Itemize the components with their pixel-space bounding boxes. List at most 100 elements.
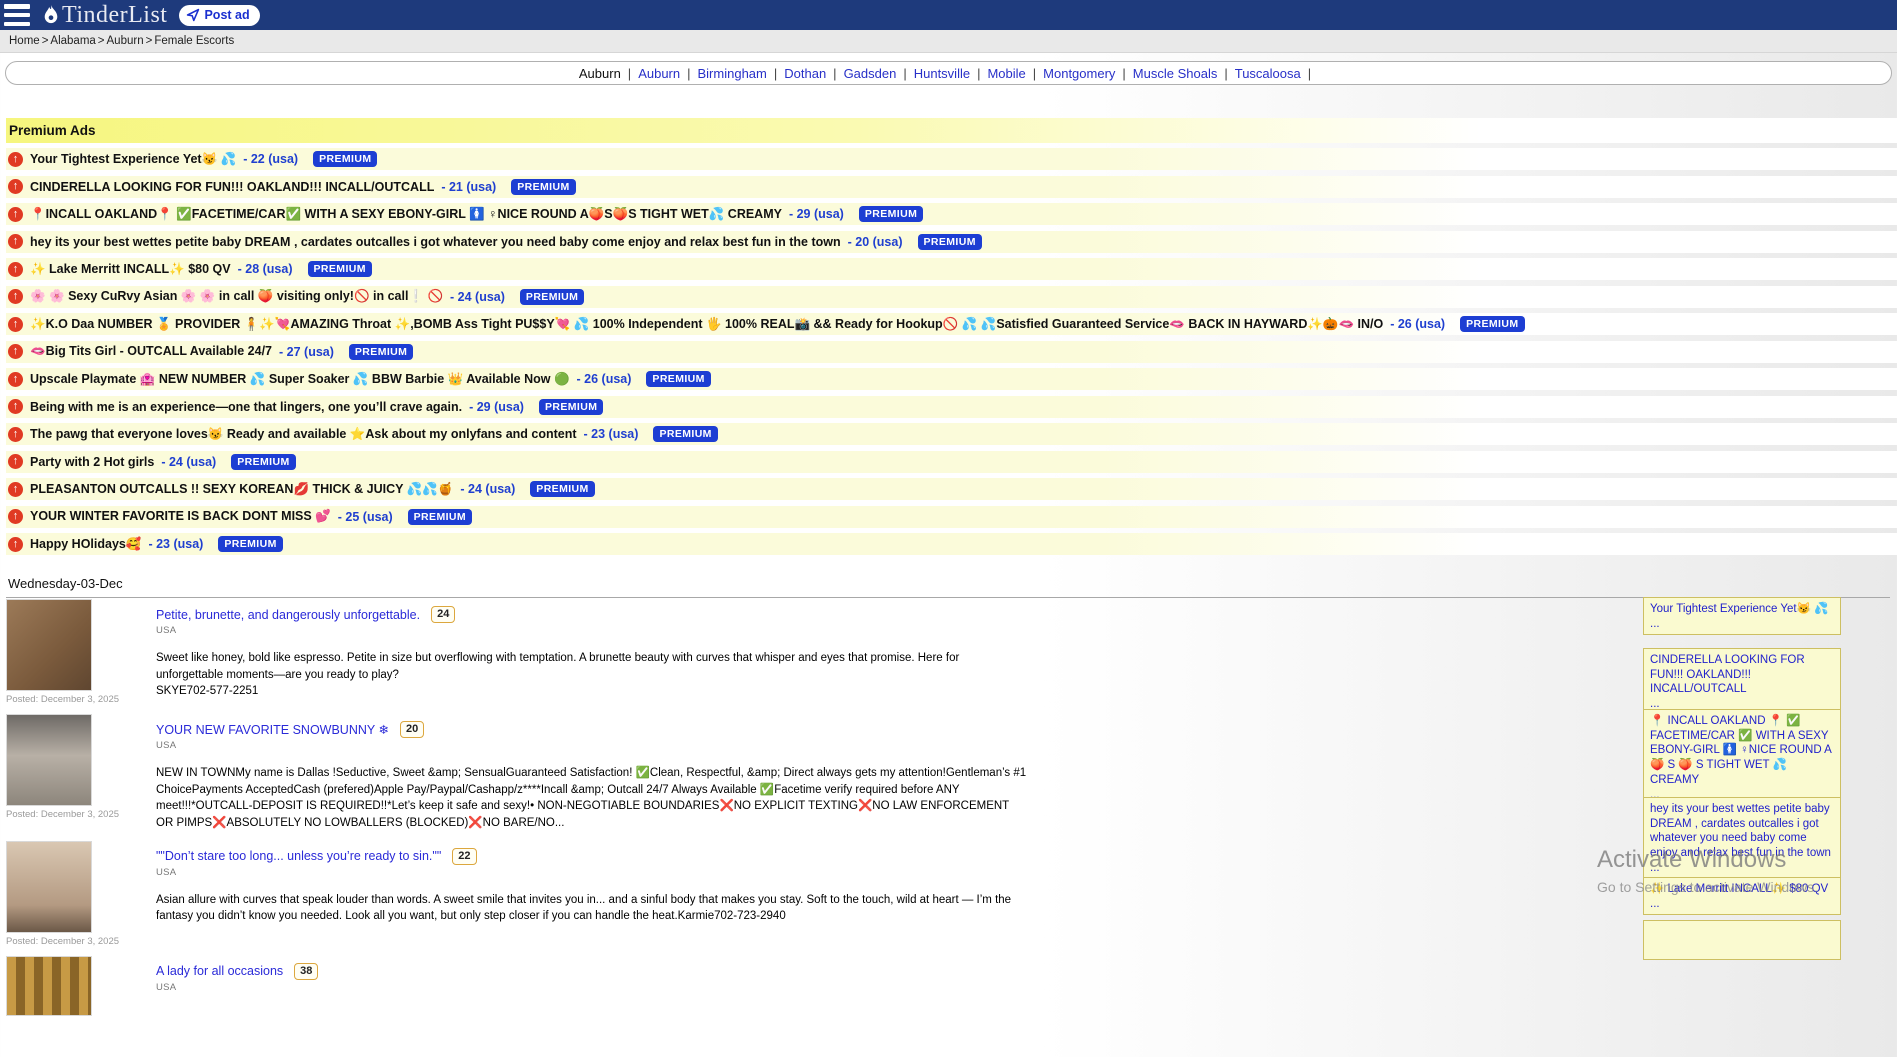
premium-badge: PREMIUM bbox=[511, 179, 575, 195]
listing-posted: Posted: December 3, 2025 bbox=[6, 694, 156, 705]
listing-title-link[interactable]: Petite, brunette, and dangerously unforg… bbox=[156, 608, 420, 622]
premium-ad-row[interactable]: ↑ Being with me is an experience—one tha… bbox=[6, 396, 1897, 418]
premium-ad-title[interactable]: 📍INCALL OAKLAND📍 ✅FACETIME/CAR✅ WITH A S… bbox=[30, 207, 782, 222]
breadcrumb-item: Auburn > bbox=[107, 35, 155, 47]
premium-ad-title[interactable]: CINDERELLA LOOKING FOR FUN!!! OAKLAND!!!… bbox=[30, 180, 434, 194]
breadcrumb-item: Home > bbox=[9, 35, 50, 47]
premium-ad-row[interactable]: ↑ hey its your best wettes petite baby D… bbox=[6, 231, 1897, 253]
premium-ad-row[interactable]: ↑ Party with 2 Hot girls - 24 (usa) PREM… bbox=[6, 451, 1897, 473]
up-arrow-icon: ↑ bbox=[8, 234, 23, 249]
city-link[interactable]: Mobile bbox=[987, 66, 1025, 81]
premium-ad-row[interactable]: ↑ Upscale Playmate 🏩 NEW NUMBER 💦 Super … bbox=[6, 368, 1897, 390]
post-ad-button[interactable]: Post ad bbox=[179, 5, 259, 26]
premium-ad-meta: - 27 (usa) bbox=[279, 345, 334, 359]
premium-ad-row[interactable]: ↑ YOUR WINTER FAVORITE IS BACK DONT MISS… bbox=[6, 506, 1897, 528]
listing-left-column: Posted: December 3, 2025 bbox=[6, 714, 156, 832]
premium-ad-row[interactable]: ↑ The pawg that everyone loves😼 Ready an… bbox=[6, 423, 1897, 445]
premium-badge: PREMIUM bbox=[646, 371, 710, 387]
premium-badge: PREMIUM bbox=[218, 536, 282, 552]
hamburger-menu-icon[interactable] bbox=[4, 4, 30, 26]
city-link[interactable]: Montgomery bbox=[1043, 66, 1115, 81]
premium-badge: PREMIUM bbox=[308, 261, 372, 277]
premium-ad-row[interactable]: ↑ Happy HOlidays🥰 - 23 (usa) PREMIUM bbox=[6, 533, 1897, 555]
premium-ad-title[interactable]: hey its your best wettes petite baby DRE… bbox=[30, 235, 841, 249]
city-link[interactable]: Auburn bbox=[638, 66, 680, 81]
listing-title-link[interactable]: A lady for all occasions bbox=[156, 964, 283, 978]
listing-description: NEW IN TOWNMy name is Dallas !Seductive,… bbox=[156, 765, 1028, 832]
premium-ad-title[interactable]: PLEASANTON OUTCALLS !! SEXY KOREAN💋 THIC… bbox=[30, 482, 453, 497]
up-arrow-icon: ↑ bbox=[8, 427, 23, 442]
city-link[interactable]: Gadsden bbox=[844, 66, 897, 81]
city-item: Huntsville | bbox=[914, 66, 988, 81]
city-item: Auburn | bbox=[638, 66, 697, 81]
listings-list: Posted: December 3, 2025 Petite, brunett… bbox=[6, 599, 996, 1057]
premium-ad-title[interactable]: ✨K.O Daa NUMBER 🏅 PROVIDER 🧍✨💘AMAZING Th… bbox=[30, 317, 1383, 332]
premium-ad-meta: - 26 (usa) bbox=[1390, 317, 1445, 331]
listing-photo[interactable] bbox=[6, 714, 92, 806]
premium-ad-row[interactable]: ↑ PLEASANTON OUTCALLS !! SEXY KOREAN💋 TH… bbox=[6, 478, 1897, 500]
city-item: Dothan | bbox=[784, 66, 843, 81]
city-link[interactable]: Auburn bbox=[579, 66, 621, 81]
breadcrumb-item: Alabama> bbox=[50, 35, 106, 47]
listing-photo[interactable] bbox=[6, 599, 92, 691]
city-link[interactable]: Tuscaloosa bbox=[1235, 66, 1301, 81]
premium-ad-title[interactable]: Being with me is an experience—one that … bbox=[30, 400, 462, 414]
sidebar-ad-link[interactable]: ✨ Lake Merritt INCALL✨ $80 QV bbox=[1650, 883, 1828, 895]
sidebar-ad-box[interactable]: 📍 INCALL OAKLAND 📍 ✅ FACETIME/CAR ✅ WITH… bbox=[1643, 709, 1841, 806]
breadcrumb-link[interactable]: Auburn bbox=[107, 35, 144, 47]
city-link[interactable]: Birmingham bbox=[698, 66, 767, 81]
premium-section: Premium Ads ↑ Your Tightest Experience Y… bbox=[6, 118, 1897, 561]
premium-ad-title[interactable]: Happy HOlidays🥰 bbox=[30, 537, 141, 552]
premium-ad-title[interactable]: Party with 2 Hot girls bbox=[30, 455, 154, 469]
premium-ad-row[interactable]: ↑ ✨K.O Daa NUMBER 🏅 PROVIDER 🧍✨💘AMAZING … bbox=[6, 313, 1897, 335]
sidebar-ad-link[interactable]: hey its your best wettes petite baby DRE… bbox=[1650, 803, 1831, 859]
listing-title-link[interactable]: ""Don’t stare too long... unless you’re … bbox=[156, 849, 441, 863]
listing-country: USA bbox=[156, 982, 996, 993]
sidebar-ad-link[interactable]: 📍 INCALL OAKLAND 📍 ✅ FACETIME/CAR ✅ WITH… bbox=[1650, 715, 1831, 786]
city-link[interactable]: Huntsville bbox=[914, 66, 970, 81]
sidebar-ad-box[interactable]: ✨ Lake Merritt INCALL✨ $80 QV ... bbox=[1643, 877, 1841, 915]
premium-badge: PREMIUM bbox=[408, 509, 472, 525]
brand-logo[interactable]: TinderList bbox=[42, 2, 167, 28]
premium-ad-title[interactable]: ✨ Lake Merritt INCALL✨ $80 QV bbox=[30, 262, 231, 277]
listing-photo[interactable] bbox=[6, 956, 92, 1016]
premium-section-title: Premium Ads bbox=[6, 118, 1897, 143]
breadcrumb-link[interactable]: Female Escorts bbox=[154, 35, 234, 47]
premium-ad-row[interactable]: ↑ 🌸 🌸 Sexy CuRvy Asian 🌸 🌸 in call 🍑 vis… bbox=[6, 286, 1897, 308]
premium-ad-title[interactable]: 🌸 🌸 Sexy CuRvy Asian 🌸 🌸 in call 🍑 visit… bbox=[30, 289, 443, 304]
breadcrumb-link[interactable]: Alabama bbox=[50, 35, 95, 47]
premium-ad-row[interactable]: ↑ Your Tightest Experience Yet😼 💦 - 22 (… bbox=[6, 148, 1897, 170]
premium-ad-title[interactable]: Upscale Playmate 🏩 NEW NUMBER 💦 Super So… bbox=[30, 372, 570, 387]
premium-badge: PREMIUM bbox=[1460, 316, 1524, 332]
breadcrumb-link[interactable]: Home bbox=[9, 35, 40, 47]
listing-posted: Posted: December 3, 2025 bbox=[6, 936, 156, 947]
listing-photo[interactable] bbox=[6, 841, 92, 933]
premium-ad-title[interactable]: 🫦Big Tits Girl - OUTCALL Available 24/7 bbox=[30, 344, 272, 359]
sidebar-ad-box[interactable]: Your Tightest Experience Yet😼 💦 ... bbox=[1643, 597, 1841, 635]
age-badge: 38 bbox=[294, 963, 318, 980]
age-badge: 24 bbox=[431, 606, 455, 623]
premium-ad-title[interactable]: The pawg that everyone loves😼 Ready and … bbox=[30, 427, 577, 442]
premium-ad-meta: - 24 (usa) bbox=[450, 290, 505, 304]
city-item: Montgomery | bbox=[1043, 66, 1133, 81]
sidebar-ad-link[interactable]: Your Tightest Experience Yet😼 💦 bbox=[1650, 603, 1828, 615]
city-item: Auburn | bbox=[579, 66, 638, 81]
listing-title-link[interactable]: YOUR NEW FAVORITE SNOWBUNNY ❄ bbox=[156, 722, 389, 737]
sidebar-ad-box[interactable]: hey its your best wettes petite baby DRE… bbox=[1643, 797, 1841, 880]
premium-ad-row[interactable]: ↑ CINDERELLA LOOKING FOR FUN!!! OAKLAND!… bbox=[6, 176, 1897, 198]
premium-ad-row[interactable]: ↑ 📍INCALL OAKLAND📍 ✅FACETIME/CAR✅ WITH A… bbox=[6, 203, 1897, 225]
sidebar-ad-box[interactable]: CINDERELLA LOOKING FOR FUN!!! OAKLAND!!!… bbox=[1643, 648, 1841, 716]
premium-ad-title[interactable]: Your Tightest Experience Yet😼 💦 bbox=[30, 152, 236, 167]
listing-item: A lady for all occasions 38 USA bbox=[6, 956, 996, 1048]
up-arrow-icon: ↑ bbox=[8, 207, 23, 222]
city-link[interactable]: Dothan bbox=[784, 66, 826, 81]
city-link[interactable]: Muscle Shoals bbox=[1133, 66, 1218, 81]
listing-body: Petite, brunette, and dangerously unforg… bbox=[156, 599, 1028, 705]
sidebar-ad-link[interactable]: CINDERELLA LOOKING FOR FUN!!! OAKLAND!!!… bbox=[1650, 654, 1805, 695]
premium-ad-title[interactable]: YOUR WINTER FAVORITE IS BACK DONT MISS 💕 bbox=[30, 509, 331, 524]
premium-badge: PREMIUM bbox=[918, 234, 982, 250]
premium-ad-row[interactable]: ↑ ✨ Lake Merritt INCALL✨ $80 QV - 28 (us… bbox=[6, 258, 1897, 280]
city-item: Muscle Shoals | bbox=[1133, 66, 1235, 81]
premium-ad-row[interactable]: ↑ 🫦Big Tits Girl - OUTCALL Available 24/… bbox=[6, 341, 1897, 363]
sidebar-ad-box[interactable] bbox=[1643, 920, 1841, 960]
